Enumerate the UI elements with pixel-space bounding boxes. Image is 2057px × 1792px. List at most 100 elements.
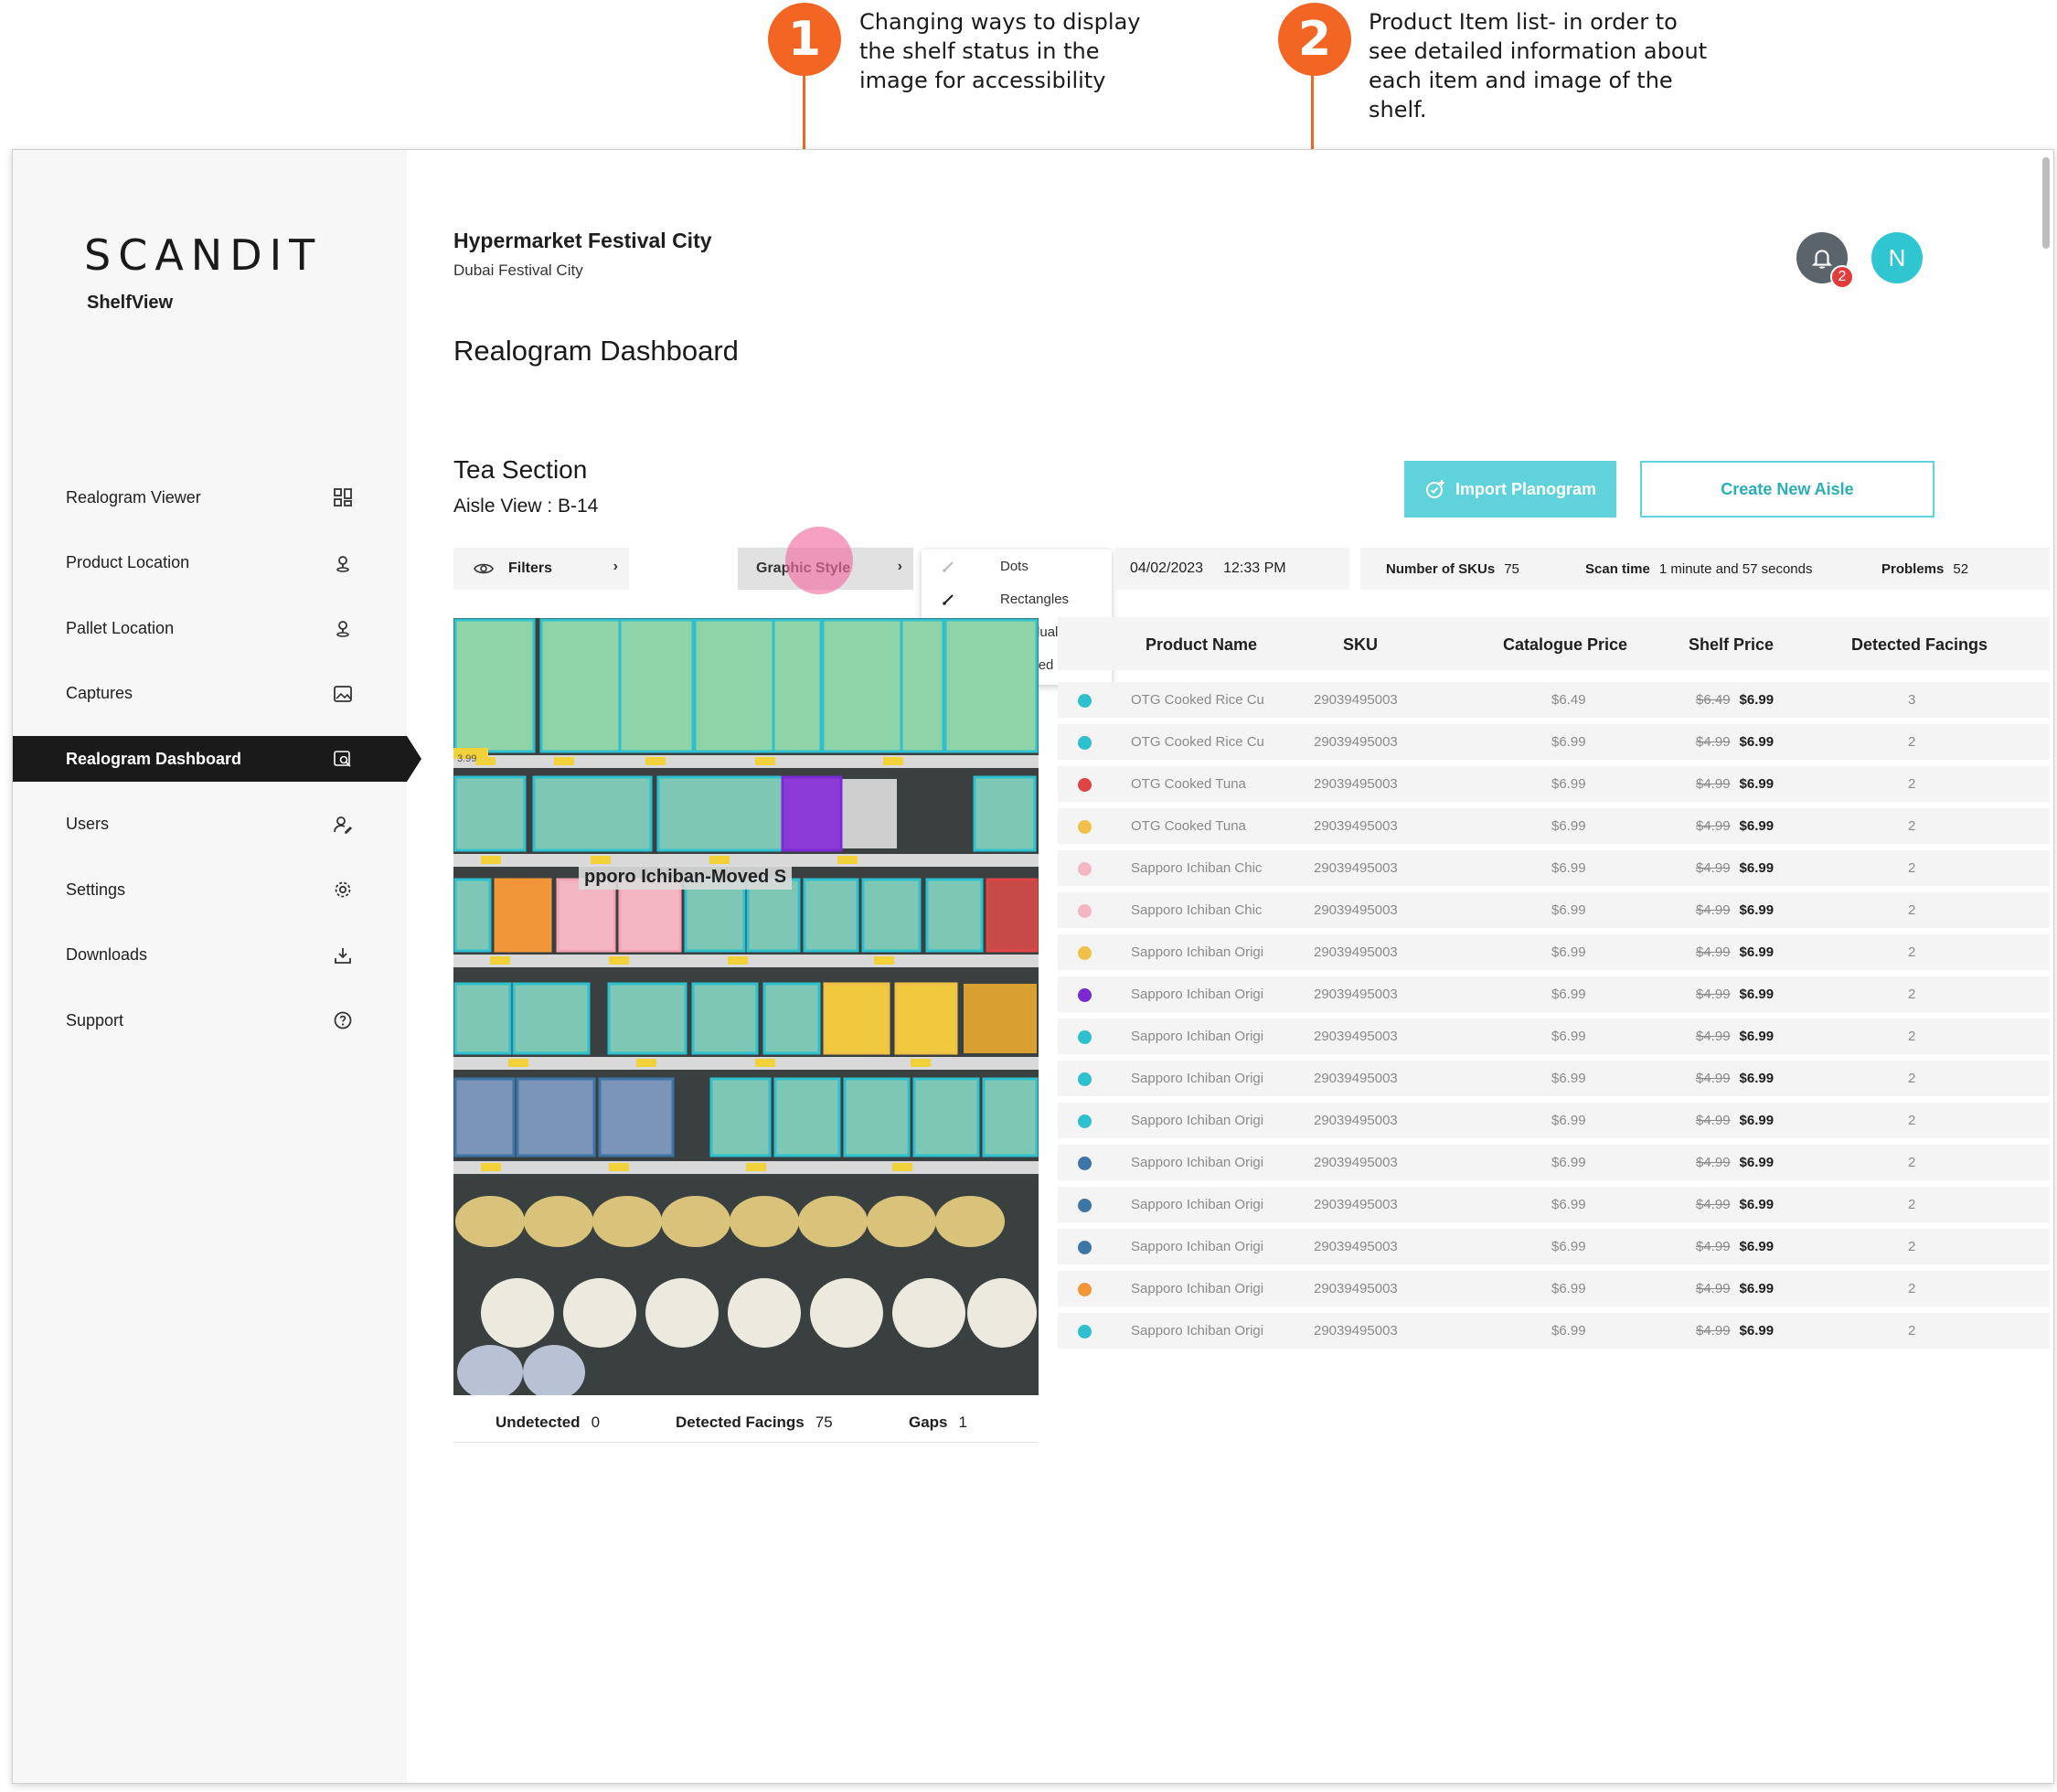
table-row[interactable]: Sapporo Ichiban Origi 29039495003 $6.99 $4.… — [1058, 1103, 2050, 1138]
sidebar-item-settings[interactable]: Settings — [13, 867, 407, 912]
sidebar-item-support[interactable]: Support — [13, 997, 407, 1043]
store-location: Dubai Festival City — [453, 261, 583, 279]
cell-sku: 29039495003 — [1314, 1281, 1398, 1296]
cell-shelf-price: $4.99 $6.99 — [1696, 1113, 1774, 1128]
old-price: $4.99 — [1696, 1281, 1731, 1296]
touch-indicator — [785, 527, 853, 594]
sidebar-item-label: Realogram Viewer — [66, 487, 201, 507]
old-price: $4.99 — [1696, 734, 1731, 750]
filters-button[interactable]: Filters › — [453, 548, 629, 590]
image-icon — [334, 685, 352, 702]
shelf-overlay-label: pporo Ichiban-Moved S — [579, 865, 793, 890]
cell-detected-facings: 2 — [1908, 1197, 1916, 1212]
old-price: $4.99 — [1696, 818, 1731, 834]
cell-product-name: Sapporo Ichiban Origi — [1131, 1029, 1264, 1044]
table-row[interactable]: Sapporo Ichiban Origi 29039495003 $6.99 $4.… — [1058, 934, 2050, 970]
table-row[interactable]: Sapporo Ichiban Chic 29039495003 $6.99 $4.9… — [1058, 892, 2050, 928]
col-product-name[interactable]: Product Name — [1146, 635, 1257, 655]
scan-datetime: 04/02/2023 12:33 PM — [1115, 548, 1349, 590]
status-dot — [1078, 1241, 1092, 1254]
cell-sku: 29039495003 — [1314, 902, 1398, 918]
shelf-image[interactable]: pporo Ichiban-Moved S 3.99 — [453, 618, 1039, 1395]
table-row[interactable]: Sapporo Ichiban Origi 29039495003 $6.99 $4.… — [1058, 1271, 2050, 1307]
sidebar-item-pallet-location[interactable]: Pallet Location — [13, 605, 407, 651]
cell-detected-facings: 2 — [1908, 987, 1916, 1002]
gear-icon — [335, 881, 351, 898]
sidebar-item-realogram-viewer[interactable]: Realogram Viewer — [13, 475, 407, 520]
cell-product-name: Sapporo Ichiban Origi — [1131, 1155, 1264, 1170]
cell-product-name: Sapporo Ichiban Origi — [1131, 1323, 1264, 1339]
table-row[interactable]: OTG Cooked Rice Cu 29039495003 $6.99 $4.99 $… — [1058, 724, 2050, 760]
cell-sku: 29039495003 — [1314, 1113, 1398, 1128]
new-price: $6.99 — [1739, 944, 1775, 960]
cell-product-name: Sapporo Ichiban Chic — [1131, 902, 1263, 918]
sidebar-nav: Realogram Viewer Product Location Pallet… — [13, 475, 424, 1063]
table-row[interactable]: Sapporo Ichiban Origi 29039495003 $6.99 $4.… — [1058, 1229, 2050, 1264]
table-row[interactable]: Sapporo Ichiban Origi 29039495003 $6.99 $4.… — [1058, 1187, 2050, 1222]
old-price: $4.99 — [1696, 902, 1731, 918]
new-price: $6.99 — [1739, 734, 1775, 750]
table-row[interactable]: Sapporo Ichiban Chic 29039495003 $6.99 $4.9… — [1058, 850, 2050, 886]
new-price: $6.99 — [1739, 1281, 1775, 1296]
col-sku[interactable]: SKU — [1343, 635, 1378, 655]
count-detected-facings: Detected Facings 75 — [676, 1413, 833, 1431]
cell-shelf-price: $4.99 $6.99 — [1696, 818, 1774, 834]
table-row[interactable]: OTG Cooked Rice Cu 29039495003 $6.49 $6.49 $… — [1058, 682, 2050, 718]
cell-sku: 29039495003 — [1314, 1197, 1398, 1212]
create-new-aisle-button[interactable]: Create New Aisle — [1640, 461, 1934, 517]
import-planogram-button[interactable]: Import Planogram — [1404, 461, 1616, 517]
table-row[interactable]: Sapporo Ichiban Origi 29039495003 $6.99 $4.… — [1058, 1145, 2050, 1180]
sidebar-item-downloads[interactable]: Downloads — [13, 933, 407, 978]
menu-item-dots[interactable]: Dots — [922, 549, 1112, 582]
cell-product-name: Sapporo Ichiban Origi — [1131, 1113, 1264, 1128]
status-dot — [1078, 820, 1092, 834]
cell-shelf-price: $4.99 $6.99 — [1696, 1197, 1774, 1212]
cell-product-name: Sapporo Ichiban Origi — [1131, 1071, 1264, 1086]
menu-item-rectangles[interactable]: Rectangles — [922, 582, 1112, 615]
cell-product-name: Sapporo Ichiban Origi — [1131, 944, 1264, 960]
status-dot — [1078, 1283, 1092, 1296]
cell-detected-facings: 2 — [1908, 776, 1916, 792]
new-price: $6.99 — [1739, 1197, 1775, 1212]
cell-sku: 29039495003 — [1314, 987, 1398, 1002]
table-row[interactable]: Sapporo Ichiban Origi 29039495003 $6.99 $4.… — [1058, 1061, 2050, 1096]
sidebar-item-realogram-dashboard[interactable]: Realogram Dashboard — [13, 736, 421, 782]
old-price: $4.99 — [1696, 1029, 1731, 1044]
scrollbar[interactable] — [2042, 157, 2050, 249]
cell-sku: 29039495003 — [1314, 1029, 1398, 1044]
product-table-header: Product Name SKU Catalogue Price Shelf P… — [1058, 617, 2050, 670]
brush-icon — [943, 594, 954, 605]
avatar[interactable]: N — [1871, 232, 1923, 283]
cell-shelf-price: $4.99 $6.99 — [1696, 944, 1774, 960]
status-dot — [1078, 1115, 1092, 1128]
new-price: $6.99 — [1739, 1155, 1775, 1170]
sidebar-item-users[interactable]: Users — [13, 802, 407, 848]
cell-shelf-price: $4.99 $6.99 — [1696, 987, 1774, 1002]
status-dot — [1078, 1072, 1092, 1086]
scan-time: 12:33 PM — [1223, 560, 1286, 576]
sidebar-item-captures[interactable]: Captures — [13, 671, 407, 717]
table-row[interactable]: OTG Cooked Tuna 29039495003 $6.99 $4.99 $6.9… — [1058, 766, 2050, 802]
cell-detected-facings: 2 — [1908, 734, 1916, 750]
sidebar-item-product-location[interactable]: Product Location — [13, 540, 407, 586]
cell-product-name: Sapporo Ichiban Origi — [1131, 1197, 1264, 1212]
col-shelf-price[interactable]: Shelf Price — [1689, 635, 1774, 655]
cell-shelf-price: $4.99 $6.99 — [1696, 776, 1774, 792]
notification-badge: 2 — [1830, 265, 1854, 289]
old-price: $4.99 — [1696, 776, 1731, 792]
new-price: $6.99 — [1739, 1323, 1775, 1339]
table-row[interactable]: Sapporo Ichiban Origi 29039495003 $6.99 $4.… — [1058, 1019, 2050, 1054]
sidebar: SCANDIT ShelfView Realogram Viewer Produ… — [13, 150, 421, 1783]
sidebar-item-label: Settings — [66, 880, 126, 899]
status-dot — [1078, 694, 1092, 708]
col-catalogue-price[interactable]: Catalogue Price — [1503, 635, 1627, 655]
location-pin-icon — [336, 555, 349, 572]
cell-shelf-price: $4.99 $6.99 — [1696, 860, 1774, 876]
table-row[interactable]: Sapporo Ichiban Origi 29039495003 $6.99 $4.… — [1058, 976, 2050, 1012]
cell-catalogue-price: $6.99 — [1551, 1239, 1586, 1254]
table-row[interactable]: OTG Cooked Tuna 29039495003 $6.99 $4.99 $6.9… — [1058, 808, 2050, 844]
status-dot — [1078, 736, 1092, 750]
table-row[interactable]: Sapporo Ichiban Origi 29039495003 $6.99 $4.… — [1058, 1313, 2050, 1349]
col-detected-facings[interactable]: Detected Facings — [1851, 635, 1988, 655]
cell-sku: 29039495003 — [1314, 692, 1398, 708]
